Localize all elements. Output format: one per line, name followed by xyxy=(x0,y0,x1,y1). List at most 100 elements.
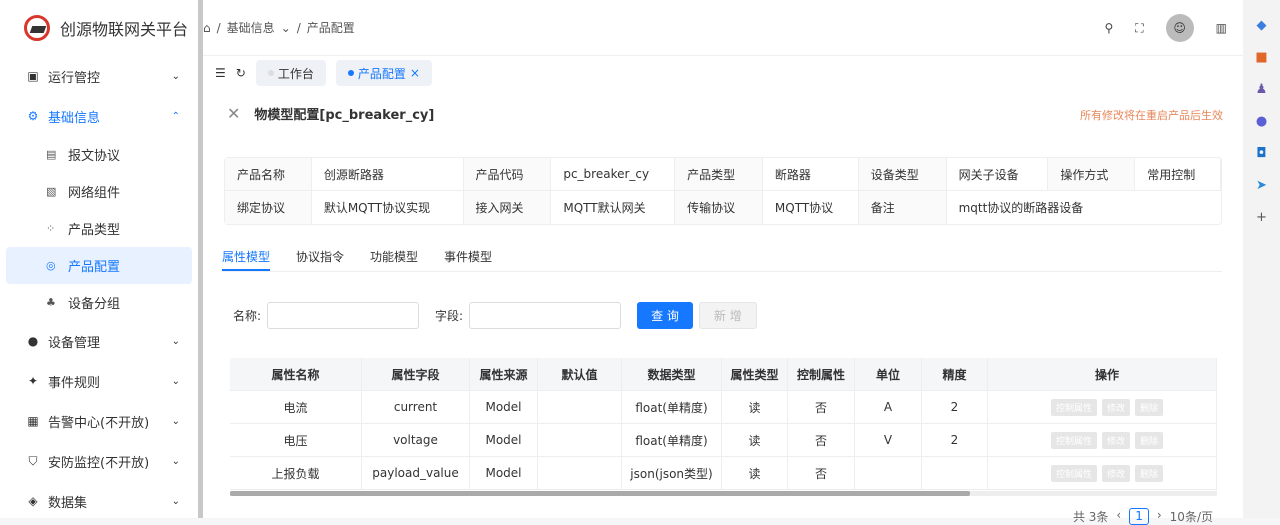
layout-icon[interactable]: ▥ xyxy=(1216,21,1227,35)
breadcrumb-current: 产品配置 xyxy=(306,21,355,35)
pagination: 共 3条 ‹ 1 › 10条/页 xyxy=(1073,508,1213,525)
network-icon: ▧ xyxy=(46,185,57,198)
info-label: 备注 xyxy=(858,191,947,224)
horizontal-scrollbar[interactable] xyxy=(230,491,1217,496)
menu-event[interactable]: ✦ 事件规则 ⌄ xyxy=(0,361,198,401)
breadcrumb-basic[interactable]: 基础信息 xyxy=(227,19,275,36)
column-header: 属性类型 xyxy=(722,358,788,390)
sub-label: 产品类型 xyxy=(68,223,121,238)
total-count: 共 3条 xyxy=(1072,510,1109,524)
tab-3[interactable]: 事件模型 xyxy=(444,240,492,271)
page-size-select[interactable]: 10条/页 xyxy=(1170,508,1213,525)
device-icon: ● xyxy=(27,334,39,348)
home-icon[interactable]: ⌂ xyxy=(203,21,211,35)
table-cell xyxy=(538,457,622,489)
table-cell: float(单精度) xyxy=(622,391,722,423)
info-label: 设备类型 xyxy=(858,158,947,190)
tab-0[interactable]: 属性模型 xyxy=(222,240,271,271)
info-label: 传输协议 xyxy=(675,191,763,224)
outlook-icon[interactable]: ◘ xyxy=(1256,146,1266,161)
edit-button[interactable]: 修改 xyxy=(1101,431,1130,449)
column-header: 精度 xyxy=(922,358,988,390)
info-value: 网关子设备 xyxy=(947,158,1049,190)
sub-label: 网络组件 xyxy=(68,186,121,201)
table-cell: V xyxy=(855,424,922,456)
tab-2[interactable]: 功能模型 xyxy=(370,240,418,271)
tag-icon[interactable]: ◆ xyxy=(1257,18,1267,33)
model-tabs: 属性模型 协议指令 功能模型 事件模型 xyxy=(222,240,1222,272)
info-value: MQTT协议 xyxy=(763,191,859,224)
chevron-down-icon: ⌄ xyxy=(171,415,180,427)
avatar[interactable]: ☺ xyxy=(1165,14,1194,42)
table-cell xyxy=(538,391,622,423)
toolbox-icon[interactable]: ■ xyxy=(1255,50,1267,65)
sub-product-type[interactable]: ⁘ 产品类型 xyxy=(0,210,198,247)
search-icon[interactable]: ⚲ xyxy=(1104,21,1113,35)
menu-security[interactable]: ⛉ 安防监控(不开放) ⌄ xyxy=(0,441,198,481)
menu-alarm[interactable]: ▦ 告警中心(不开放) ⌄ xyxy=(0,401,198,441)
table-cell: Model xyxy=(470,391,538,423)
tab-workbench[interactable]: 工作台 xyxy=(255,60,326,86)
sub-device-group[interactable]: ♣ 设备分组 xyxy=(0,284,198,321)
query-button[interactable]: 查 询 xyxy=(637,302,693,329)
info-value: 断路器 xyxy=(763,158,859,190)
control-button[interactable]: 控制属性 xyxy=(1050,431,1097,449)
fullscreen-icon[interactable]: ⛶ xyxy=(1135,21,1143,36)
sub-label: 报文协议 xyxy=(68,149,121,164)
rule-icon: ✦ xyxy=(27,374,39,388)
sub-product-config[interactable]: ◎ 产品配置 xyxy=(6,247,192,284)
control-button[interactable]: 控制属性 xyxy=(1050,464,1097,482)
chevron-down-icon: ⌄ xyxy=(280,20,291,35)
menu-basic[interactable]: ⚙ 基础信息 ⌃ xyxy=(0,96,198,136)
table-cell: 否 xyxy=(788,424,855,456)
browser-sidebar: ◆ ■ ♟ ● ◘ ➤ + xyxy=(1243,0,1280,518)
tab-product-config[interactable]: 产品配置 × xyxy=(335,60,432,86)
add-icon[interactable]: + xyxy=(1256,210,1267,225)
delete-button[interactable]: 删除 xyxy=(1135,464,1164,482)
column-header: 控制属性 xyxy=(788,358,855,390)
table-cell: float(单精度) xyxy=(622,424,722,456)
info-label: 产品名称 xyxy=(225,158,312,190)
column-header: 属性名称 xyxy=(230,358,362,390)
info-value: 常用控制 xyxy=(1135,158,1222,190)
name-label: 名称: xyxy=(233,309,262,323)
column-header: 属性来源 xyxy=(470,358,538,390)
tab-1[interactable]: 协议指令 xyxy=(296,240,344,271)
table-cell xyxy=(922,457,988,489)
send-icon[interactable]: ➤ xyxy=(1256,178,1267,193)
menu-run[interactable]: ▣ 运行管控 ⌄ xyxy=(0,56,198,96)
copilot-icon[interactable]: ● xyxy=(1256,114,1267,129)
control-button[interactable]: 控制属性 xyxy=(1050,398,1097,416)
field-label: 字段: xyxy=(435,309,464,323)
info-label: 产品类型 xyxy=(675,158,763,190)
menu-label: 设备管理 xyxy=(48,335,101,351)
field-input[interactable] xyxy=(469,302,622,329)
layers-icon: ◈ xyxy=(28,494,38,508)
sub-network[interactable]: ▧ 网络组件 xyxy=(0,173,198,210)
name-input[interactable] xyxy=(267,302,420,329)
close-icon[interactable]: ✕ xyxy=(227,104,240,123)
delete-button[interactable]: 删除 xyxy=(1135,398,1164,416)
edit-button[interactable]: 修改 xyxy=(1101,398,1130,416)
table-cell: current xyxy=(362,391,470,423)
chess-icon[interactable]: ♟ xyxy=(1256,82,1268,97)
sub-label: 产品配置 xyxy=(68,260,121,275)
next-icon[interactable]: › xyxy=(1157,508,1162,525)
info-label: 接入网关 xyxy=(463,191,552,224)
row-actions: 控制属性 修改 删除 xyxy=(998,424,1217,456)
grid-icon: ⁘ xyxy=(46,222,56,235)
page-1[interactable]: 1 xyxy=(1129,508,1149,525)
add-button[interactable]: 新 增 xyxy=(698,302,757,329)
delete-button[interactable]: 删除 xyxy=(1135,431,1164,449)
table-header: 属性名称 属性字段 属性来源 默认值 数据类型 属性类型 控制属性 单位 精度 操作 xyxy=(230,358,1217,391)
column-header: 属性字段 xyxy=(362,358,470,390)
sub-protocol[interactable]: ▤ 报文协议 xyxy=(0,136,198,173)
close-icon[interactable]: × xyxy=(410,66,420,80)
menu-dataset[interactable]: ◈ 数据集 ⌄ xyxy=(0,481,198,521)
alarm-icon: ▦ xyxy=(27,414,39,428)
prev-icon[interactable]: ‹ xyxy=(1116,508,1121,525)
collapse-icon[interactable]: ☰ xyxy=(215,66,226,80)
refresh-icon[interactable]: ↻ xyxy=(236,66,246,80)
edit-button[interactable]: 修改 xyxy=(1101,464,1130,482)
menu-device[interactable]: ● 设备管理 ⌄ xyxy=(0,321,198,361)
